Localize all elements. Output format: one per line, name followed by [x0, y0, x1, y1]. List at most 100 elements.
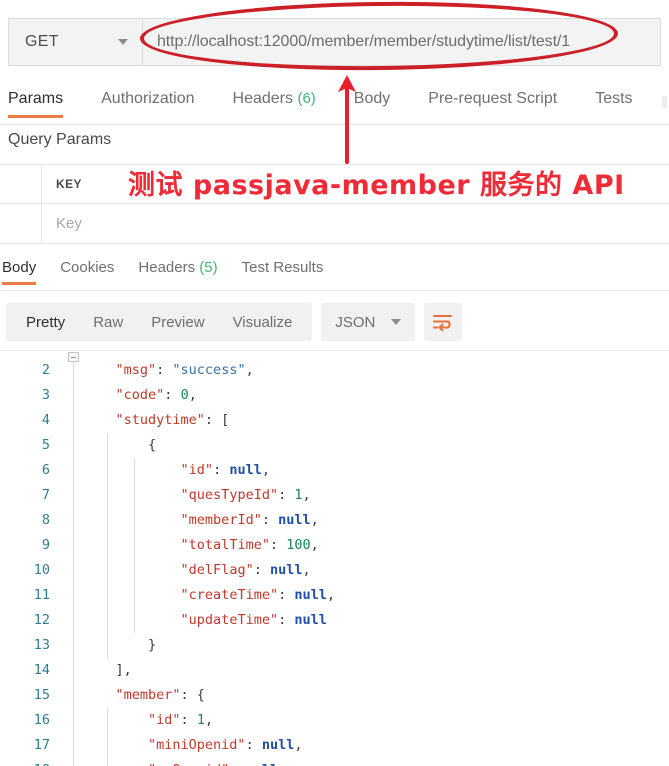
code-line-content: "code": 0,	[58, 383, 197, 408]
token-punct: :	[270, 537, 286, 553]
tab-pre-request-script[interactable]: Pre-request Script	[428, 82, 557, 108]
chevron-down-icon	[391, 319, 401, 325]
code-line: 17 "miniOpenid": null,	[0, 733, 669, 758]
indent-guide	[107, 583, 108, 608]
code-line: 4 "studytime": [	[0, 408, 669, 433]
indent-guide	[107, 458, 108, 483]
code-line-content: "totalTime": 100,	[58, 533, 319, 558]
header-checkbox-cell	[0, 165, 42, 203]
token-key: "id"	[181, 462, 214, 478]
token-punct: }	[148, 637, 156, 653]
table-row[interactable]: Key	[0, 204, 669, 244]
indent-guide	[107, 558, 108, 583]
line-number: 17	[0, 733, 58, 758]
token-key: "studytime"	[116, 412, 205, 428]
view-visualize[interactable]: Visualize	[219, 314, 307, 331]
indent-guide	[134, 483, 135, 508]
view-mode-group: Pretty Raw Preview Visualize	[6, 303, 312, 341]
token-punct: : [	[205, 412, 229, 428]
code-line: 16 "id": 1,	[0, 708, 669, 733]
line-number: 5	[0, 433, 58, 458]
view-raw-label: Raw	[93, 314, 123, 331]
line-number: 14	[0, 658, 58, 683]
response-tab-cookies-label: Cookies	[60, 259, 114, 276]
tab-body[interactable]: Body	[354, 82, 390, 108]
view-raw[interactable]: Raw	[79, 314, 137, 331]
key-input-placeholder: Key	[56, 215, 82, 232]
response-tab-body[interactable]: Body	[2, 256, 36, 276]
tab-tests[interactable]: Tests	[595, 82, 632, 108]
query-params-title: Query Params	[8, 131, 111, 149]
token-null: null	[229, 462, 262, 478]
tab-authorization[interactable]: Authorization	[101, 82, 194, 108]
token-punct: :	[213, 462, 229, 478]
word-wrap-button[interactable]	[424, 303, 462, 341]
token-punct: :	[278, 587, 294, 603]
http-method-select[interactable]: GET	[8, 18, 142, 66]
view-preview-label: Preview	[151, 314, 204, 331]
code-line-content: "quesTypeId": 1,	[58, 483, 311, 508]
code-line-content: "miniOpenid": null,	[58, 733, 303, 758]
response-tab-cookies[interactable]: Cookies	[60, 256, 114, 276]
line-number: 8	[0, 508, 58, 533]
indent-guide	[134, 608, 135, 633]
token-key: "memberId"	[181, 512, 262, 528]
row-key-cell[interactable]: Key	[42, 204, 669, 243]
tab-headers[interactable]: Headers (6)	[233, 82, 316, 108]
language-select[interactable]: JSON	[321, 303, 415, 341]
view-preview[interactable]: Preview	[137, 314, 218, 331]
response-format-toolbar: Pretty Raw Preview Visualize JSON	[6, 303, 462, 341]
token-num: 100	[286, 537, 310, 553]
indent-guide	[134, 558, 135, 583]
code-line-content: "studytime": [	[58, 408, 229, 433]
token-punct: ,	[246, 362, 254, 378]
tab-tests-label: Tests	[595, 90, 632, 107]
indent-guide	[107, 508, 108, 533]
token-null: null	[294, 612, 327, 628]
line-number: 6	[0, 458, 58, 483]
request-url-bar: GET http://localhost:12000/member/member…	[8, 18, 661, 66]
token-punct: {	[148, 437, 156, 453]
code-line: 9 "totalTime": 100,	[0, 533, 669, 558]
table-header-row: KEY	[0, 164, 669, 204]
tab-pre-request-script-label: Pre-request Script	[428, 90, 557, 107]
indent-guide	[107, 483, 108, 508]
code-line-content: ],	[58, 658, 132, 683]
indent-guide	[107, 433, 108, 458]
tab-headers-count: (6)	[297, 90, 315, 107]
token-num: 1	[294, 487, 302, 503]
indent-guide	[107, 708, 108, 733]
token-punct: ],	[116, 662, 132, 678]
token-punct: :	[246, 737, 262, 753]
line-number: 16	[0, 708, 58, 733]
token-punct: :	[181, 712, 197, 728]
code-line-content: "msg": "success",	[58, 358, 254, 383]
code-line: 6 "id": null,	[0, 458, 669, 483]
view-pretty[interactable]: Pretty	[12, 314, 79, 331]
url-input[interactable]: http://localhost:12000/member/member/stu…	[142, 18, 661, 66]
token-key: "quesTypeId"	[181, 487, 279, 503]
token-punct: ,	[205, 712, 213, 728]
response-tab-headers-label: Headers	[138, 259, 195, 276]
line-number: 9	[0, 533, 58, 558]
tab-params[interactable]: Params	[8, 82, 63, 108]
response-tab-headers[interactable]: Headers (5)	[138, 256, 217, 276]
code-line-content: "id": 1,	[58, 708, 213, 733]
response-tabs: Body Cookies Headers (5) Test Results	[0, 256, 669, 291]
token-null: null	[294, 587, 327, 603]
token-punct: :	[164, 387, 180, 403]
row-checkbox-cell[interactable]	[0, 204, 42, 243]
token-punct: ,	[262, 462, 270, 478]
token-punct: ,	[278, 762, 286, 766]
tab-params-label: Params	[8, 90, 63, 107]
line-number: 3	[0, 383, 58, 408]
response-tab-test-results[interactable]: Test Results	[242, 256, 324, 276]
code-line-content: "member": {	[58, 683, 205, 708]
token-punct: :	[278, 612, 294, 628]
code-line-content: "updateTime": null	[58, 608, 327, 633]
token-key: "createTime"	[181, 587, 279, 603]
tab-authorization-label: Authorization	[101, 90, 194, 107]
response-body-viewer[interactable]: 2 "msg": "success",3 "code": 0,4 "studyt…	[0, 350, 669, 766]
response-tab-body-label: Body	[2, 259, 36, 276]
token-punct: ,	[311, 537, 319, 553]
